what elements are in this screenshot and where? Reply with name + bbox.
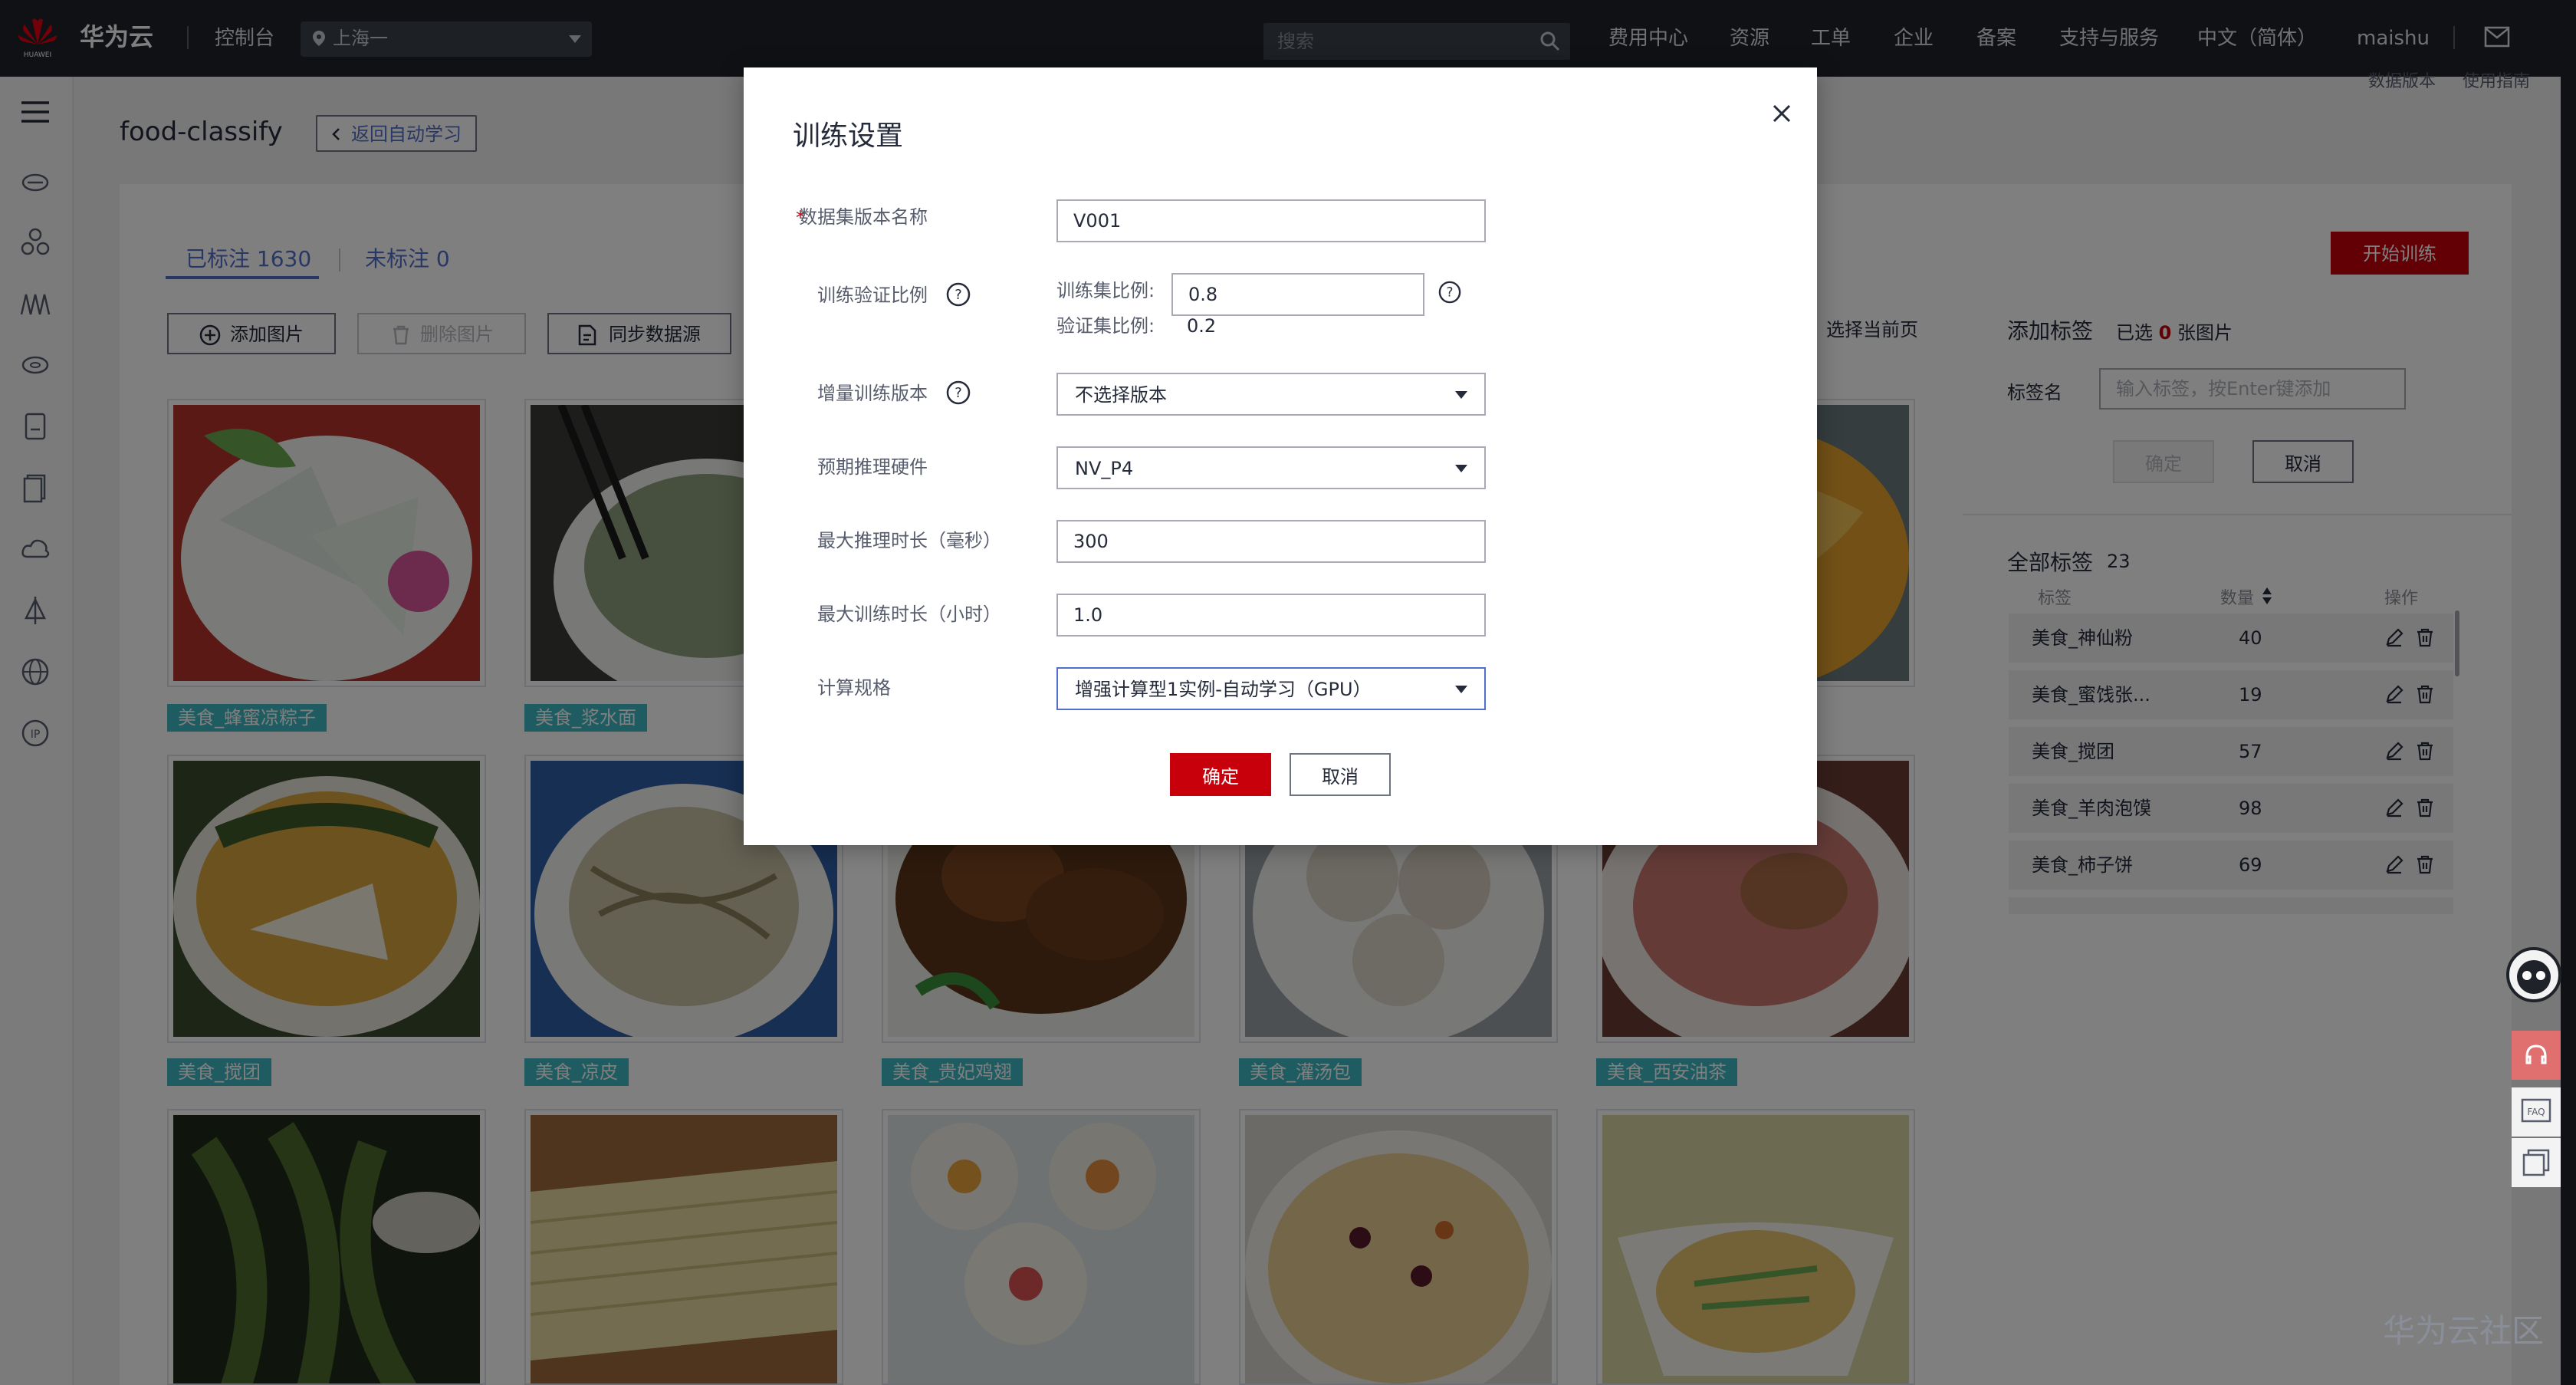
- help-icon[interactable]: ?: [1438, 281, 1461, 304]
- hardware-label: 预期推理硬件: [817, 456, 928, 478]
- chevron-down-icon: [1455, 686, 1467, 693]
- dialog-confirm-button[interactable]: 确定: [1170, 753, 1271, 796]
- svg-text:FAQ: FAQ: [2527, 1107, 2545, 1117]
- community-watermark: 华为云社区: [2383, 1312, 2545, 1350]
- faq-button[interactable]: FAQ: [2512, 1087, 2561, 1137]
- headset-icon: [2525, 1045, 2547, 1064]
- customer-service-button[interactable]: [2512, 1031, 2561, 1080]
- help-icon[interactable]: ?: [946, 380, 971, 405]
- ratio-label: 训练验证比例: [817, 285, 928, 306]
- compute-spec-value: 增强计算型1实例-自动学习（GPU）: [1075, 679, 1372, 700]
- dataset-version-input[interactable]: [1056, 199, 1486, 242]
- training-settings-dialog: 训练设置 * 数据集版本名称 训练验证比例 ? 训练集比例: ? 验证集比例: …: [744, 67, 1817, 845]
- dialog-cancel-button[interactable]: 取消: [1290, 753, 1391, 796]
- incremental-version-select[interactable]: 不选择版本: [1056, 373, 1486, 416]
- hardware-select[interactable]: NV_P4: [1056, 446, 1486, 489]
- dialog-title: 训练设置: [793, 120, 904, 152]
- svg-text:?: ?: [1447, 285, 1454, 300]
- compute-spec-select[interactable]: 增强计算型1实例-自动学习（GPU）: [1056, 667, 1486, 710]
- max-training-label: 最大训练时长（小时）: [817, 604, 1001, 625]
- feedback-button[interactable]: [2512, 1138, 2561, 1187]
- train-ratio-input[interactable]: [1171, 273, 1424, 316]
- compute-spec-label: 计算规格: [817, 677, 891, 699]
- max-inference-input[interactable]: [1056, 520, 1486, 563]
- incremental-version-value: 不选择版本: [1075, 384, 1167, 406]
- help-icon[interactable]: ?: [946, 282, 971, 307]
- faq-icon: FAQ: [2521, 1098, 2551, 1123]
- max-inference-label: 最大推理时长（毫秒）: [817, 530, 1001, 551]
- assistant-robot-icon[interactable]: [2505, 946, 2562, 1003]
- max-training-input[interactable]: [1056, 594, 1486, 637]
- dataset-version-label: 数据集版本名称: [799, 206, 928, 228]
- val-ratio-label: 验证集比例:: [1056, 315, 1155, 337]
- incremental-version-label: 增量训练版本: [817, 383, 928, 404]
- feedback-icon: [2522, 1149, 2550, 1176]
- train-ratio-label: 训练集比例:: [1056, 280, 1155, 301]
- val-ratio-value: 0.2: [1187, 315, 1217, 337]
- svg-text:?: ?: [955, 287, 962, 303]
- close-icon[interactable]: [1766, 98, 1797, 129]
- chevron-down-icon: [1455, 391, 1467, 399]
- svg-text:?: ?: [955, 385, 962, 401]
- chevron-down-icon: [1455, 465, 1467, 472]
- hardware-value: NV_P4: [1075, 458, 1134, 479]
